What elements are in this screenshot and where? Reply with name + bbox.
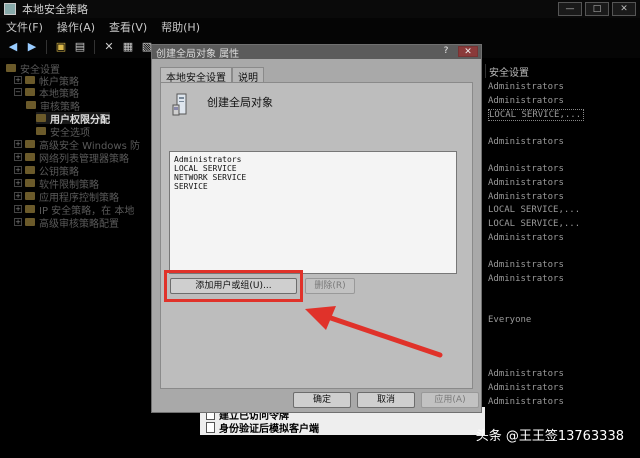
list-item[interactable]: Administrators [488,178,564,190]
tree-pane: 安全设置 + 帐户策略 − 本地策略 审核策略 用户权限分配 安全选项 + 高级安全 … [0,58,158,458]
tree-item-user-rights[interactable]: 用户权限分配 [36,112,110,126]
expand-icon[interactable]: + [14,166,22,174]
tree-item-public-key[interactable]: + 公钥策略 [14,164,79,178]
list-item[interactable]: Administrators [488,96,564,108]
list-item[interactable]: Administrators [488,383,564,395]
close-icon[interactable]: ✕ [612,2,636,16]
tree-item-audit-policy[interactable]: 审核策略 [26,99,80,113]
list-item[interactable]: Administrators [488,82,564,94]
tree-item-firewall[interactable]: + 高级安全 Windows 防 [14,138,140,152]
dialog-titlebar[interactable]: 创建全局对象 属性 ? ✕ [152,45,481,60]
members-listbox[interactable]: Administrators LOCAL SERVICE NETWORK SER… [169,151,457,274]
folder-icon [25,88,35,96]
ok-button[interactable]: 确定 [293,392,351,408]
up-folder-icon[interactable]: ▣ [54,40,68,54]
window-controls: — □ ✕ [558,2,636,16]
menubar: 文件(F) 操作(A) 查看(V) 帮助(H) [0,18,640,36]
expand-icon[interactable]: + [14,153,22,161]
tab-local-security-setting[interactable]: 本地安全设置 [160,67,232,84]
list-item[interactable]: LOCAL SERVICE,... [488,205,580,217]
collapse-icon[interactable]: − [14,88,22,96]
list-item[interactable]: Administrators [488,260,564,272]
list-item-label: 身份验证后模拟客户端 [219,424,319,435]
tab-explain[interactable]: 说明 [232,67,264,84]
list-item[interactable]: Administrators [488,397,564,409]
dialog-title: 创建全局对象 属性 [156,48,240,60]
folder-icon [25,153,35,161]
policy-list-pane: 安全设置 Administrators Administrators LOCAL… [485,58,640,433]
expand-icon[interactable]: + [14,140,22,148]
expand-icon[interactable]: + [14,179,22,187]
policy-computer-icon [172,93,187,116]
remove-button[interactable]: 删除(R) [305,278,355,294]
cancel-button[interactable]: 取消 [357,392,415,408]
folder-icon [25,76,35,84]
list-item[interactable]: LOCAL SERVICE,... [488,219,580,231]
minimize-icon[interactable]: — [558,2,582,16]
list-item[interactable]: Administrators [488,274,564,286]
policy-name: 创建全局对象 [207,96,273,109]
forward-icon[interactable]: ▶ [25,40,39,54]
show-tree-icon[interactable]: ▤ [73,40,87,54]
folder-icon [25,218,35,226]
folder-icon [36,114,46,122]
menu-action[interactable]: 操作(A) [57,19,95,35]
properties-icon[interactable]: ▦ [121,40,135,54]
apply-button[interactable]: 应用(A) [421,392,479,408]
policy-icon [206,422,215,433]
delete-icon[interactable]: ✕ [102,40,116,54]
tree-item-local-policies[interactable]: − 本地策略 [14,86,79,100]
member-item[interactable]: LOCAL SERVICE [174,164,452,173]
maximize-icon[interactable]: □ [585,2,609,16]
folder-icon [25,140,35,148]
folder-icon [25,179,35,187]
member-item[interactable]: NETWORK SERVICE [174,173,452,182]
back-icon[interactable]: ◀ [6,40,20,54]
list-item[interactable]: Everyone [488,315,531,327]
tree-label: 高级审核策略配置 [39,218,119,230]
expand-icon[interactable]: + [14,218,22,226]
menu-help[interactable]: 帮助(H) [161,19,200,35]
list-item[interactable]: Administrators [488,233,564,245]
expand-icon[interactable]: + [14,76,22,84]
member-item[interactable]: SERVICE [174,182,452,191]
main-titlebar: 本地安全策略 — □ ✕ [0,0,640,18]
folder-icon [25,166,35,174]
tree-item-ip-security[interactable]: + IP 安全策略，在 本地 [14,203,134,217]
folder-icon [25,205,35,213]
main-window-title: 本地安全策略 [22,3,88,16]
list-item[interactable]: LOCAL SERVICE,... [488,109,585,121]
tree-item-security-options[interactable]: 安全选项 [36,125,90,139]
folder-icon [6,64,16,72]
tree-item-app-control[interactable]: + 应用程序控制策略 [14,190,119,204]
close-icon[interactable]: ✕ [458,46,478,57]
menu-file[interactable]: 文件(F) [6,19,43,35]
toolbar-separator [94,40,95,54]
annotation-highlight-box [164,270,303,302]
folder-icon [25,192,35,200]
column-header-security-setting[interactable]: 安全设置 [485,64,529,79]
list-item[interactable]: Administrators [488,369,564,381]
watermark-text: 头条 @王王签13763338 [475,429,624,444]
expand-icon[interactable]: + [14,205,22,213]
app-icon [4,3,16,15]
folder-icon [36,127,46,135]
list-item[interactable]: Administrators [488,192,564,204]
member-item[interactable]: Administrators [174,155,452,164]
help-icon[interactable]: ? [436,46,456,57]
list-item[interactable]: 身份验证后模拟客户端 [206,421,319,435]
dialog-tabs: 本地安全设置 说明 [160,67,264,84]
expand-icon[interactable]: + [14,192,22,200]
tree-item-software-restriction[interactable]: + 软件限制策略 [14,177,99,191]
menu-view[interactable]: 查看(V) [109,19,147,35]
list-item[interactable]: Administrators [488,164,564,176]
toolbar-separator [46,40,47,54]
tree-item-network-list[interactable]: + 网络列表管理器策略 [14,151,129,165]
folder-icon [26,101,36,109]
list-item[interactable]: Administrators [488,137,564,149]
dialog-controls: ? ✕ [436,46,478,57]
tree-item-advanced-audit[interactable]: + 高级审核策略配置 [14,216,119,230]
properties-dialog: 创建全局对象 属性 ? ✕ 本地安全设置 说明 创建全局对象 Administr… [151,44,482,413]
